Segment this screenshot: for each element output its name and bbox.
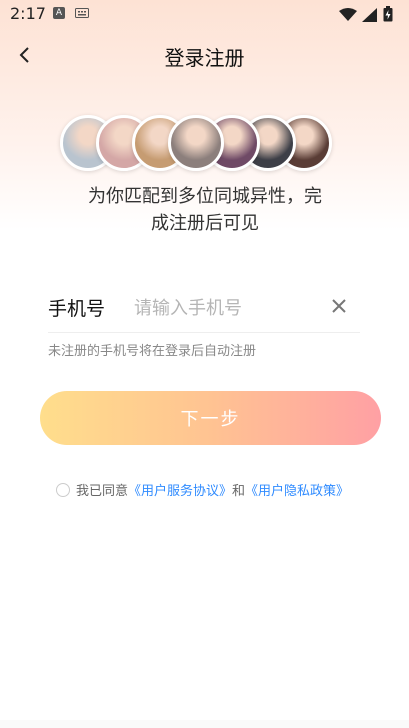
- phone-label: 手机号: [48, 298, 106, 320]
- clear-button[interactable]: [330, 297, 348, 315]
- agree-checkbox[interactable]: [56, 483, 70, 497]
- avatar-group: [60, 115, 360, 171]
- keyboard-icon: [75, 8, 89, 18]
- battery-charging-icon: [383, 6, 393, 22]
- close-icon: [332, 299, 346, 313]
- app-notification-icon: A: [53, 7, 65, 19]
- agreement-prefix: 我已同意: [76, 484, 129, 499]
- status-time: 2:17: [10, 4, 46, 23]
- status-icons: [338, 6, 393, 26]
- status-bar: 2:17 A: [0, 0, 409, 28]
- agreement-conjunction: 和: [232, 484, 246, 499]
- auto-register-hint: 未注册的手机号将在登录后自动注册: [48, 344, 257, 359]
- signal-icon: [361, 8, 377, 22]
- wifi-icon: [338, 8, 357, 21]
- avatar: [168, 115, 224, 171]
- header: 登录注册: [0, 30, 409, 80]
- promo-line-2: 成注册后可见: [151, 213, 259, 234]
- page-title: 登录注册: [164, 46, 245, 70]
- nav-indicator: [0, 720, 409, 728]
- terms-link[interactable]: 《用户服务协议》: [128, 484, 232, 499]
- next-button[interactable]: 下一步: [40, 391, 381, 445]
- phone-input-row: 手机号: [48, 282, 360, 333]
- promo-text: 为你匹配到多位同城异性，完 成注册后可见: [70, 183, 340, 237]
- privacy-link[interactable]: 《用户隐私政策》: [245, 484, 349, 499]
- agreement-row: 我已同意《用户服务协议》和《用户隐私政策》: [56, 480, 376, 500]
- promo-line-1: 为你匹配到多位同城异性，完: [88, 186, 322, 207]
- phone-input[interactable]: [132, 290, 326, 326]
